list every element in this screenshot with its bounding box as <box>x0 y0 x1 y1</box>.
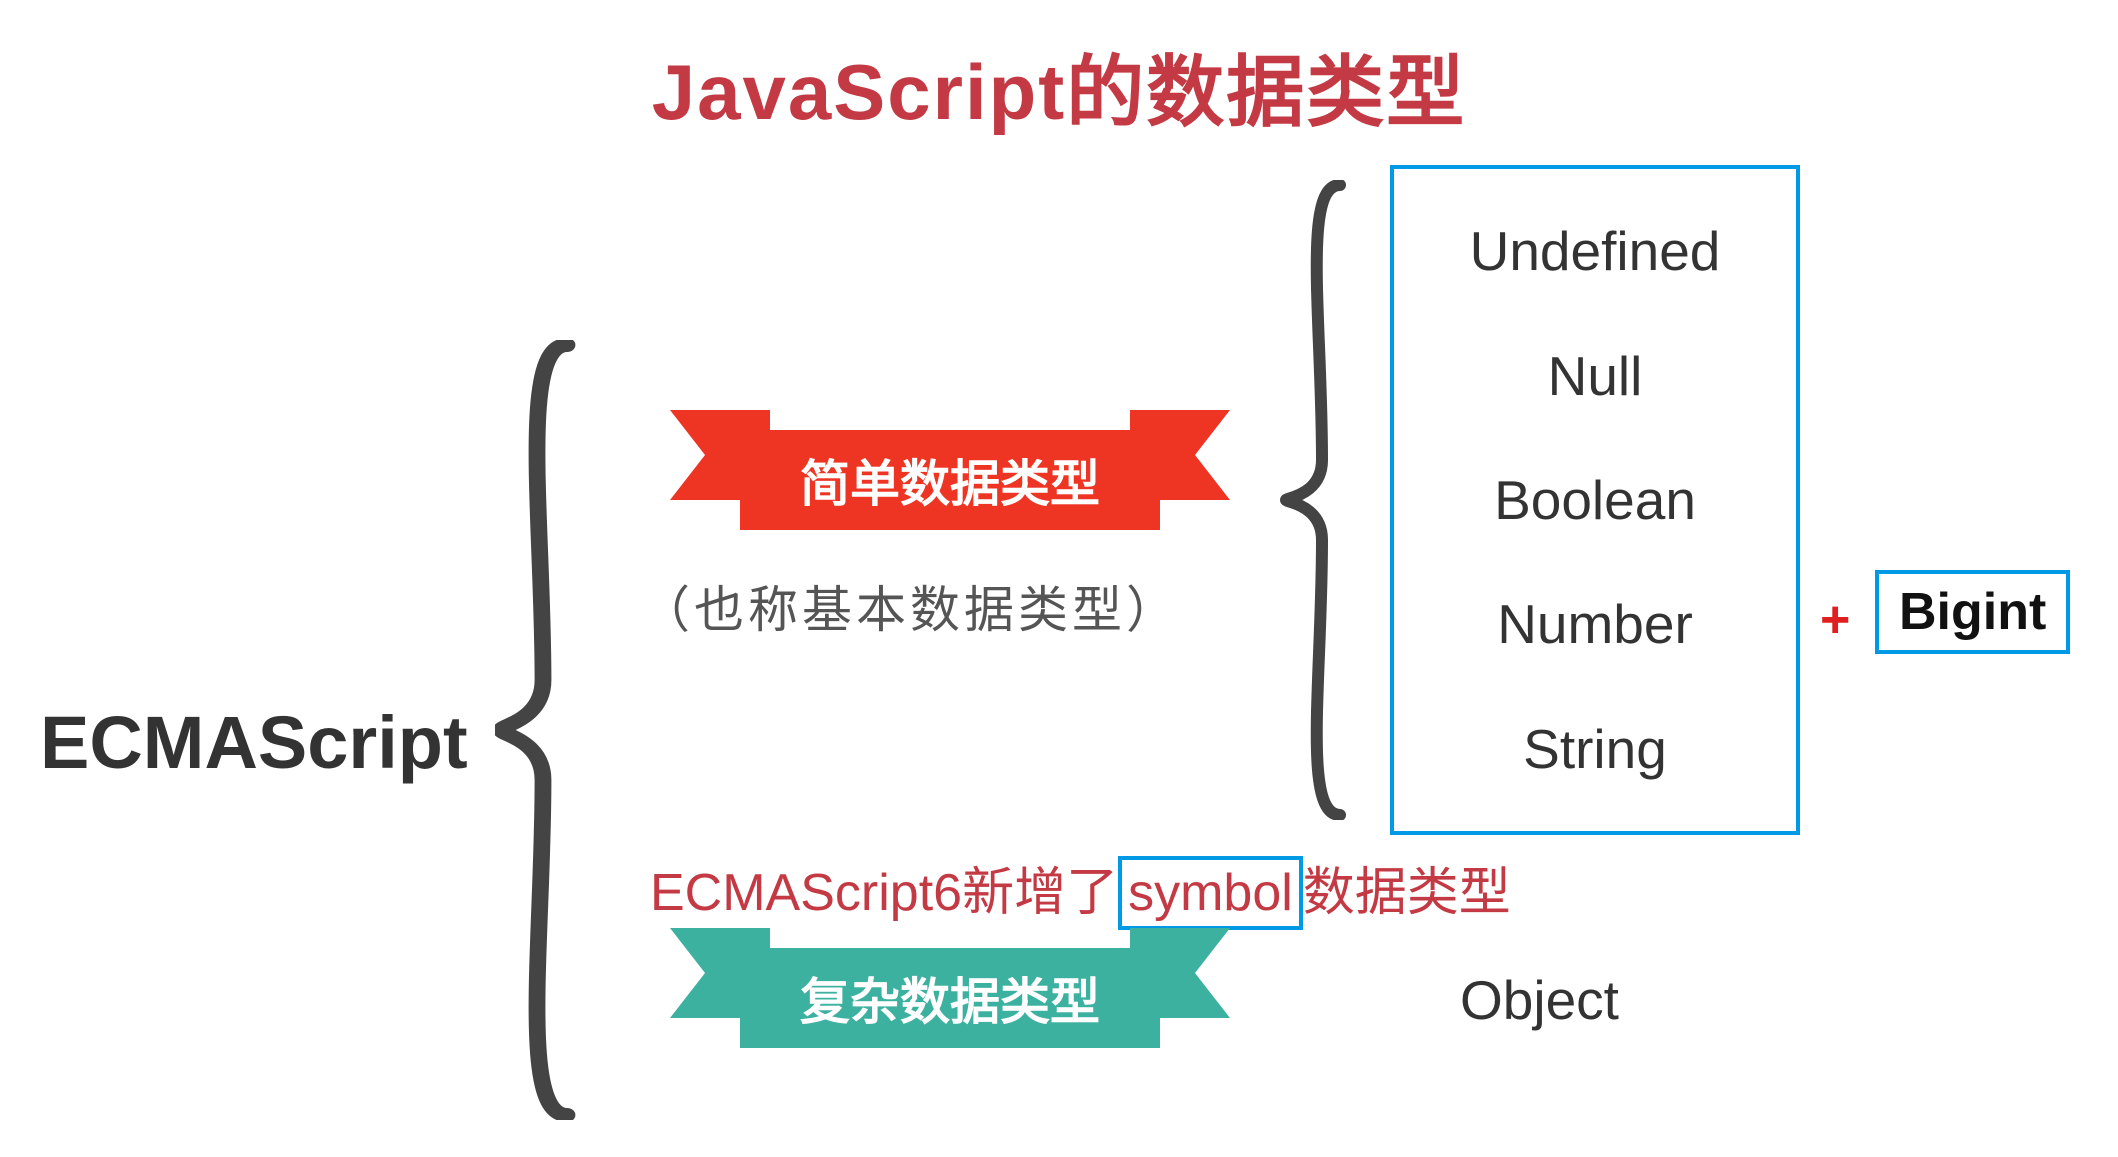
primitive-types-box: Undefined Null Boolean Number String <box>1390 165 1800 835</box>
type-null: Null <box>1548 344 1643 408</box>
complex-type-label: 复杂数据类型 <box>800 962 1100 1034</box>
complex-type-banner: 复杂数据类型 <box>740 948 1160 1048</box>
es6-note-prefix: ECMAScript6新增了 <box>650 864 1118 922</box>
brace-icon <box>495 340 615 1120</box>
type-symbol: symbol <box>1118 856 1303 930</box>
type-undefined: Undefined <box>1470 219 1721 283</box>
ribbon-tail-left-icon <box>670 928 770 1018</box>
simple-type-banner: 简单数据类型 <box>740 430 1160 530</box>
type-boolean: Boolean <box>1494 468 1696 532</box>
plus-icon: + <box>1820 590 1850 650</box>
es6-note-suffix: 数据类型 <box>1303 864 1511 922</box>
ribbon-tail-right-icon <box>1130 928 1230 1018</box>
root-label: ECMAScript <box>40 700 468 785</box>
ribbon-tail-right-icon <box>1130 410 1230 500</box>
type-object: Object <box>1460 968 1619 1032</box>
simple-type-subtitle: （也称基本数据类型） <box>640 570 1180 642</box>
type-bigint: Bigint <box>1875 570 2070 654</box>
simple-type-label: 简单数据类型 <box>800 444 1100 516</box>
type-string: String <box>1523 717 1667 781</box>
brace-icon <box>1280 180 1380 820</box>
ribbon-tail-left-icon <box>670 410 770 500</box>
diagram-title: JavaScript的数据类型 <box>0 30 2118 142</box>
es6-note: ECMAScript6新增了symbol数据类型 <box>650 850 1511 930</box>
type-number: Number <box>1497 592 1693 656</box>
